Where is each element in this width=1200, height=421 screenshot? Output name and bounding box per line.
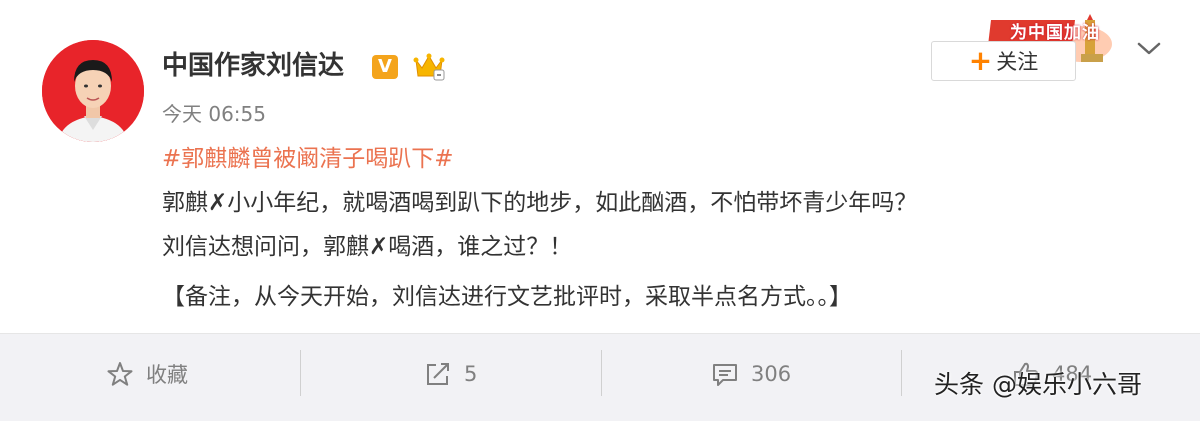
- comment-count: 306: [751, 362, 792, 386]
- avatar[interactable]: [42, 40, 144, 142]
- chevron-down-icon[interactable]: [1136, 38, 1162, 60]
- plus-icon: +: [968, 44, 993, 77]
- comment-button[interactable]: 306: [711, 334, 791, 414]
- forward-button[interactable]: 5: [424, 334, 477, 414]
- post-text-line: 刘信达想问问，郭麒✗喝酒，谁之过？！: [162, 234, 573, 260]
- promo-text[interactable]: 为中国加油: [1010, 18, 1100, 43]
- post-text-line: 郭麒✗小小年纪，就喝酒喝到趴下的地步，如此酗酒，不怕带坏青少年吗？: [162, 190, 918, 216]
- weibo-post-card: 中国作家刘信达 V 今天 06:55 为中国加油 + 关注 #郭麒麟曾被阚清子喝…: [0, 0, 1200, 421]
- follow-button-label: 关注: [996, 50, 1039, 74]
- source-watermark: 头条 @娱乐小六哥: [934, 370, 1142, 399]
- divider: [901, 350, 902, 396]
- username[interactable]: 中国作家刘信达: [162, 48, 344, 84]
- divider: [601, 350, 602, 396]
- comment-icon: [713, 364, 737, 386]
- follow-button[interactable]: + 关注: [931, 41, 1076, 81]
- verified-v-icon: V: [372, 55, 398, 79]
- star-icon: [107, 362, 133, 386]
- favorite-button[interactable]: 收藏: [106, 334, 188, 414]
- post-text-line: 【备注，从今天开始，刘信达进行文艺批评时，采取半点名方式。。】: [162, 284, 852, 310]
- forward-icon: [427, 363, 449, 385]
- forward-count: 5: [464, 362, 478, 386]
- hashtag-link[interactable]: #郭麒麟曾被阚清子喝趴下#: [162, 142, 454, 176]
- crown-icon[interactable]: [412, 50, 446, 82]
- favorite-label: 收藏: [146, 363, 188, 387]
- divider: [300, 350, 301, 396]
- post-timestamp[interactable]: 今天 06:55: [162, 100, 266, 128]
